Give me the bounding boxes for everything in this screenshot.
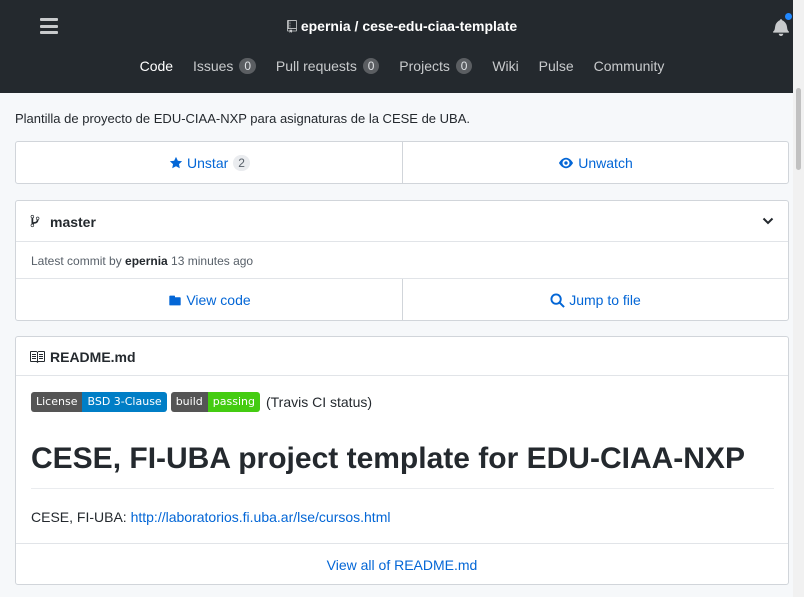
- build-badge-value: passing: [207, 392, 260, 412]
- eye-icon: [559, 157, 574, 168]
- commit-time: 13 minutes ago: [167, 254, 254, 268]
- pull-requests-counter: 0: [362, 58, 380, 74]
- latest-commit: Latest commit by epernia 13 minutes ago: [16, 242, 788, 279]
- link-prefix: CESE, FI-UBA:: [31, 509, 131, 525]
- notifications-button[interactable]: [773, 12, 793, 36]
- tab-projects[interactable]: Projects 0: [399, 58, 473, 74]
- repo-icon: [286, 20, 297, 33]
- readme-heading: CESE, FI-UBA project template for EDU-CI…: [31, 442, 745, 475]
- tab-community[interactable]: Community: [594, 58, 665, 74]
- license-badge[interactable]: License BSD 3-Clause: [31, 392, 167, 412]
- repo-separator: /: [350, 18, 363, 34]
- unwatch-button[interactable]: Unwatch: [403, 142, 788, 183]
- branch-name: master: [50, 214, 96, 230]
- chevron-down-icon: [762, 217, 774, 225]
- license-badge-label: License: [31, 392, 83, 412]
- repo-owner-link[interactable]: epernia: [301, 18, 351, 34]
- jump-to-file-button[interactable]: Jump to file: [403, 279, 788, 321]
- issues-counter: 0: [239, 58, 256, 74]
- tab-pull-requests[interactable]: Pull requests 0: [276, 58, 380, 74]
- folder-icon: [169, 295, 182, 305]
- tab-issues[interactable]: Issues 0: [193, 58, 256, 74]
- jump-to-file-label: Jump to file: [569, 292, 641, 308]
- scrollbar-thumb[interactable]: [796, 88, 801, 170]
- view-all-readme-link[interactable]: View all of README.md: [16, 543, 788, 585]
- branch-box: master Latest commit by epernia 13 minut…: [15, 200, 789, 321]
- branch-selector[interactable]: master: [16, 201, 788, 242]
- tab-pulse[interactable]: Pulse: [539, 58, 574, 74]
- star-watch-bar: Unstar 2 Unwatch: [15, 141, 789, 184]
- star-count: 2: [233, 154, 250, 171]
- readme-badges: License BSD 3-Clause build passing (Travis…: [31, 392, 372, 412]
- tab-wiki[interactable]: Wiki: [492, 58, 518, 74]
- page-scrollbar[interactable]: [793, 0, 804, 597]
- code-actions: View code Jump to file: [16, 279, 788, 321]
- courses-link[interactable]: http://laboratorios.fi.uba.ar/lse/cursos…: [131, 509, 391, 525]
- tab-code[interactable]: Code: [140, 58, 173, 74]
- build-badge[interactable]: build passing: [170, 392, 260, 412]
- repo-nav: Code Issues 0 Pull requests 0 Projects 0…: [0, 58, 804, 74]
- travis-status-text: (Travis CI status): [265, 394, 373, 410]
- app-header: epernia / cese-edu-ciaa-template Code Is…: [0, 0, 804, 93]
- star-icon: [169, 156, 183, 168]
- license-badge-value: BSD 3-Clause: [82, 392, 167, 412]
- unstar-label: Unstar: [187, 154, 229, 171]
- book-icon: [30, 351, 45, 363]
- heading-rule: [31, 488, 774, 489]
- unwatch-label: Unwatch: [578, 154, 633, 171]
- readme-paragraph: CESE, FI-UBA: http://laboratorios.fi.uba…: [31, 509, 390, 525]
- commit-author[interactable]: epernia: [125, 254, 168, 268]
- unstar-button[interactable]: Unstar 2: [16, 142, 403, 183]
- notification-dot: [784, 12, 793, 21]
- readme-header: README.md: [16, 337, 788, 376]
- projects-counter: 0: [455, 58, 473, 74]
- view-code-button[interactable]: View code: [16, 279, 403, 321]
- view-code-label: View code: [186, 292, 251, 308]
- search-icon: [550, 292, 565, 308]
- readme-filename: README.md: [50, 349, 136, 365]
- commit-prefix: Latest commit by: [31, 254, 126, 268]
- readme-box: README.md License BSD 3-Clause build passi…: [15, 336, 789, 585]
- repo-title[interactable]: epernia / cese-edu-ciaa-template: [0, 18, 804, 34]
- view-all-readme-label[interactable]: View all of README.md: [327, 557, 478, 573]
- repo-description: Plantilla de proyecto de EDU-CIAA-NXP pa…: [15, 111, 470, 126]
- build-badge-label: build: [170, 392, 208, 412]
- repo-name-link[interactable]: cese-edu-ciaa-template: [362, 18, 517, 34]
- branch-icon: [30, 214, 40, 228]
